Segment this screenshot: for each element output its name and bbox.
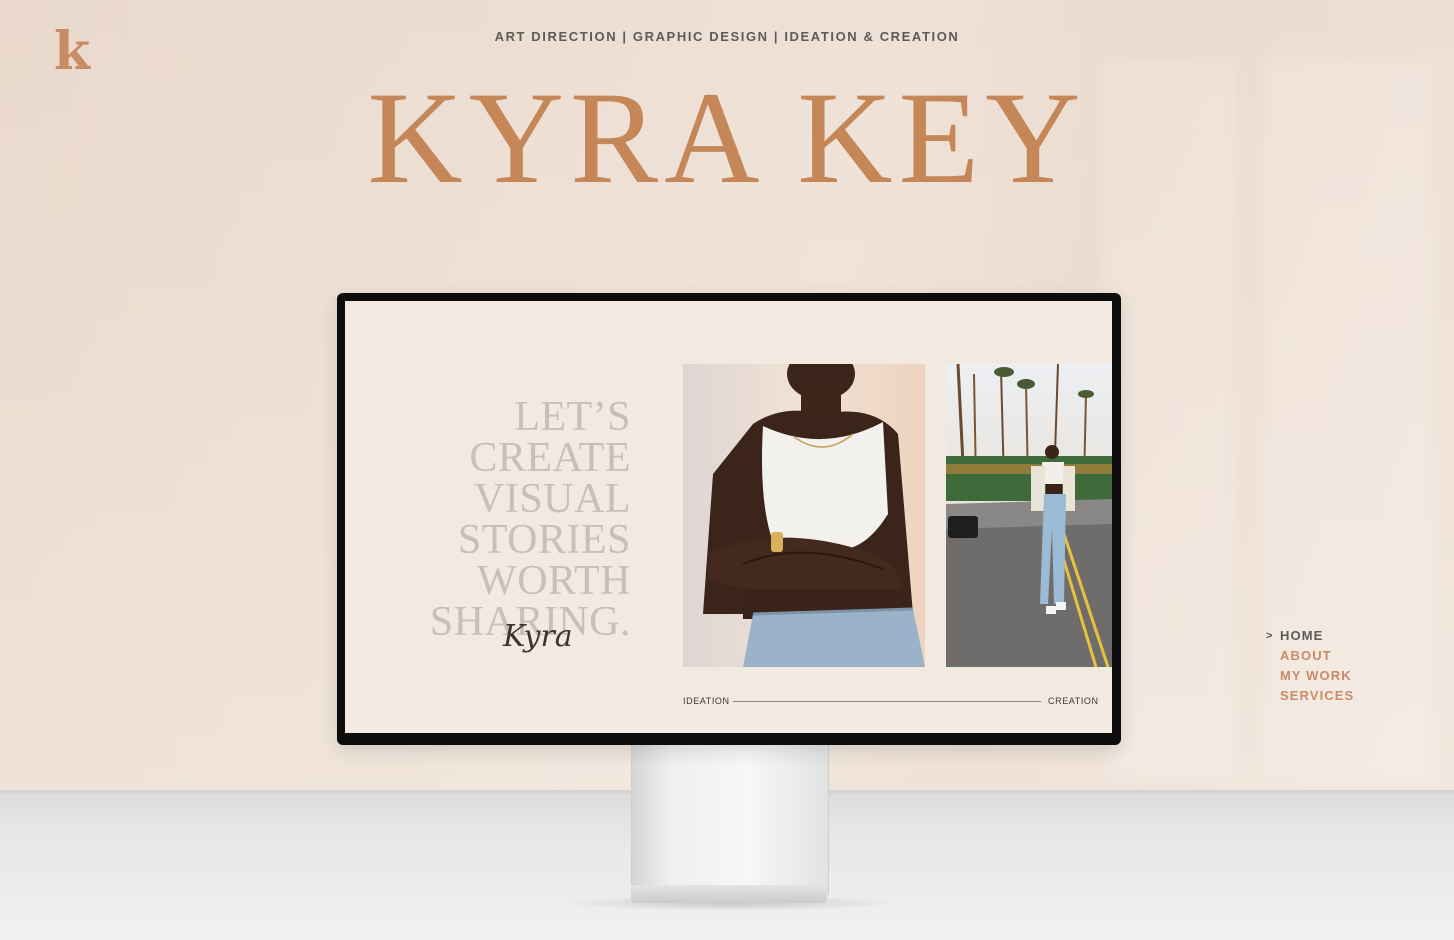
monitor-screen: LET’S CREATE VISUAL STORIES WORTH SHARIN… [345,301,1112,733]
side-nav: > HOME ABOUT MY WORK SERVICES [1266,626,1354,706]
portrait-illustration [683,364,925,667]
nav-item-label: HOME [1280,628,1324,643]
axis-divider [733,701,1041,702]
creation-label: CREATION [1048,696,1099,706]
headline-line: LET’S [514,394,631,440]
nav-item-my-work[interactable]: MY WORK [1266,666,1354,686]
tagline: ART DIRECTION | GRAPHIC DESIGN | IDEATIO… [494,29,960,44]
portrait-photo-icon [683,364,925,667]
street-illustration [946,364,1112,667]
signature: Kyra [503,619,573,654]
headline-line: VISUAL [474,476,631,522]
headline-line: WORTH [477,558,631,604]
nav-item-label: SERVICES [1280,688,1355,703]
monitor-stand [631,745,829,895]
nav-item-label: MY WORK [1280,668,1352,683]
monitor-stand-base [631,885,827,903]
nav-item-services[interactable]: SERVICES [1266,686,1354,706]
nav-item-about[interactable]: ABOUT [1266,646,1354,666]
hero-title: KYRA KEY [367,64,1087,211]
chevron-right-icon: > [1266,630,1274,642]
screen-headline: LET’S CREATE VISUAL STORIES WORTH SHARIN… [409,394,631,643]
nav-item-home[interactable]: > HOME [1266,626,1354,646]
ideation-label: IDEATION [683,696,730,706]
monitor-mockup: LET’S CREATE VISUAL STORIES WORTH SHARIN… [337,293,1121,745]
nav-item-label: ABOUT [1280,648,1332,663]
street-photo-icon [946,364,1112,667]
headline-line: CREATE [469,435,631,481]
headline-line: STORIES [457,517,631,563]
